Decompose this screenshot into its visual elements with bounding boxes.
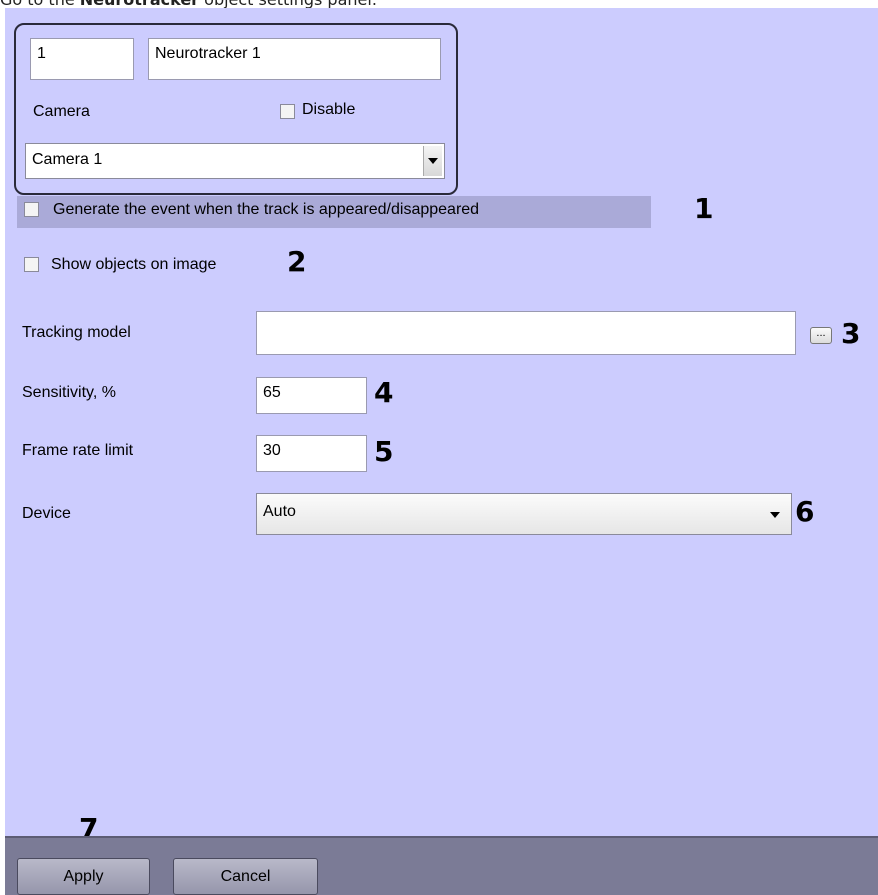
callout-3: 3	[841, 317, 861, 350]
sensitivity-label: Sensitivity, %	[22, 384, 116, 401]
camera-select-value: Camera 1	[32, 151, 103, 168]
camera-select[interactable]: Camera 1	[25, 143, 445, 179]
callout-4: 4	[374, 376, 394, 409]
camera-label: Camera	[33, 103, 90, 120]
instruction-caption: Go to the Neurotracker object settings p…	[0, 0, 377, 9]
cancel-button[interactable]: Cancel	[173, 858, 318, 895]
browse-button[interactable]: ...	[810, 327, 832, 344]
generate-event-checkbox[interactable]	[24, 202, 39, 217]
settings-panel: 1 Neurotracker 1 Camera Disable Camera 1…	[5, 8, 878, 895]
disable-checkbox[interactable]	[280, 104, 295, 119]
generate-event-label: Generate the event when the track is app…	[53, 201, 480, 218]
tracking-model-label: Tracking model	[22, 324, 131, 341]
apply-label: Apply	[63, 868, 104, 885]
bottom-button-bar: Apply Cancel	[5, 836, 878, 895]
frame-rate-label: Frame rate limit	[22, 442, 134, 459]
browse-label: ...	[816, 327, 826, 339]
callout-2: 2	[287, 245, 307, 278]
show-objects-checkbox[interactable]	[24, 257, 39, 272]
callout-6: 6	[795, 495, 815, 528]
show-objects-label: Show objects on image	[51, 256, 217, 273]
callout-5: 5	[374, 435, 394, 468]
device-label: Device	[22, 505, 71, 522]
tracking-model-field[interactable]	[256, 311, 796, 355]
object-id-field[interactable]: 1	[30, 38, 134, 80]
chevron-down-icon[interactable]	[770, 512, 780, 518]
object-group: 1 Neurotracker 1 Camera Disable Camera 1	[14, 23, 458, 195]
sensitivity-field[interactable]: 65	[256, 377, 367, 414]
disable-label: Disable	[302, 101, 356, 118]
cancel-label: Cancel	[220, 868, 271, 885]
object-name-field[interactable]: Neurotracker 1	[148, 38, 441, 80]
device-select[interactable]: Auto	[256, 493, 792, 535]
apply-button[interactable]: Apply	[17, 858, 150, 895]
frame-rate-field[interactable]: 30	[256, 435, 367, 472]
callout-1: 1	[694, 192, 714, 225]
device-select-value: Auto	[263, 503, 296, 520]
camera-dropdown-button[interactable]	[423, 146, 442, 176]
chevron-down-icon	[428, 158, 438, 164]
